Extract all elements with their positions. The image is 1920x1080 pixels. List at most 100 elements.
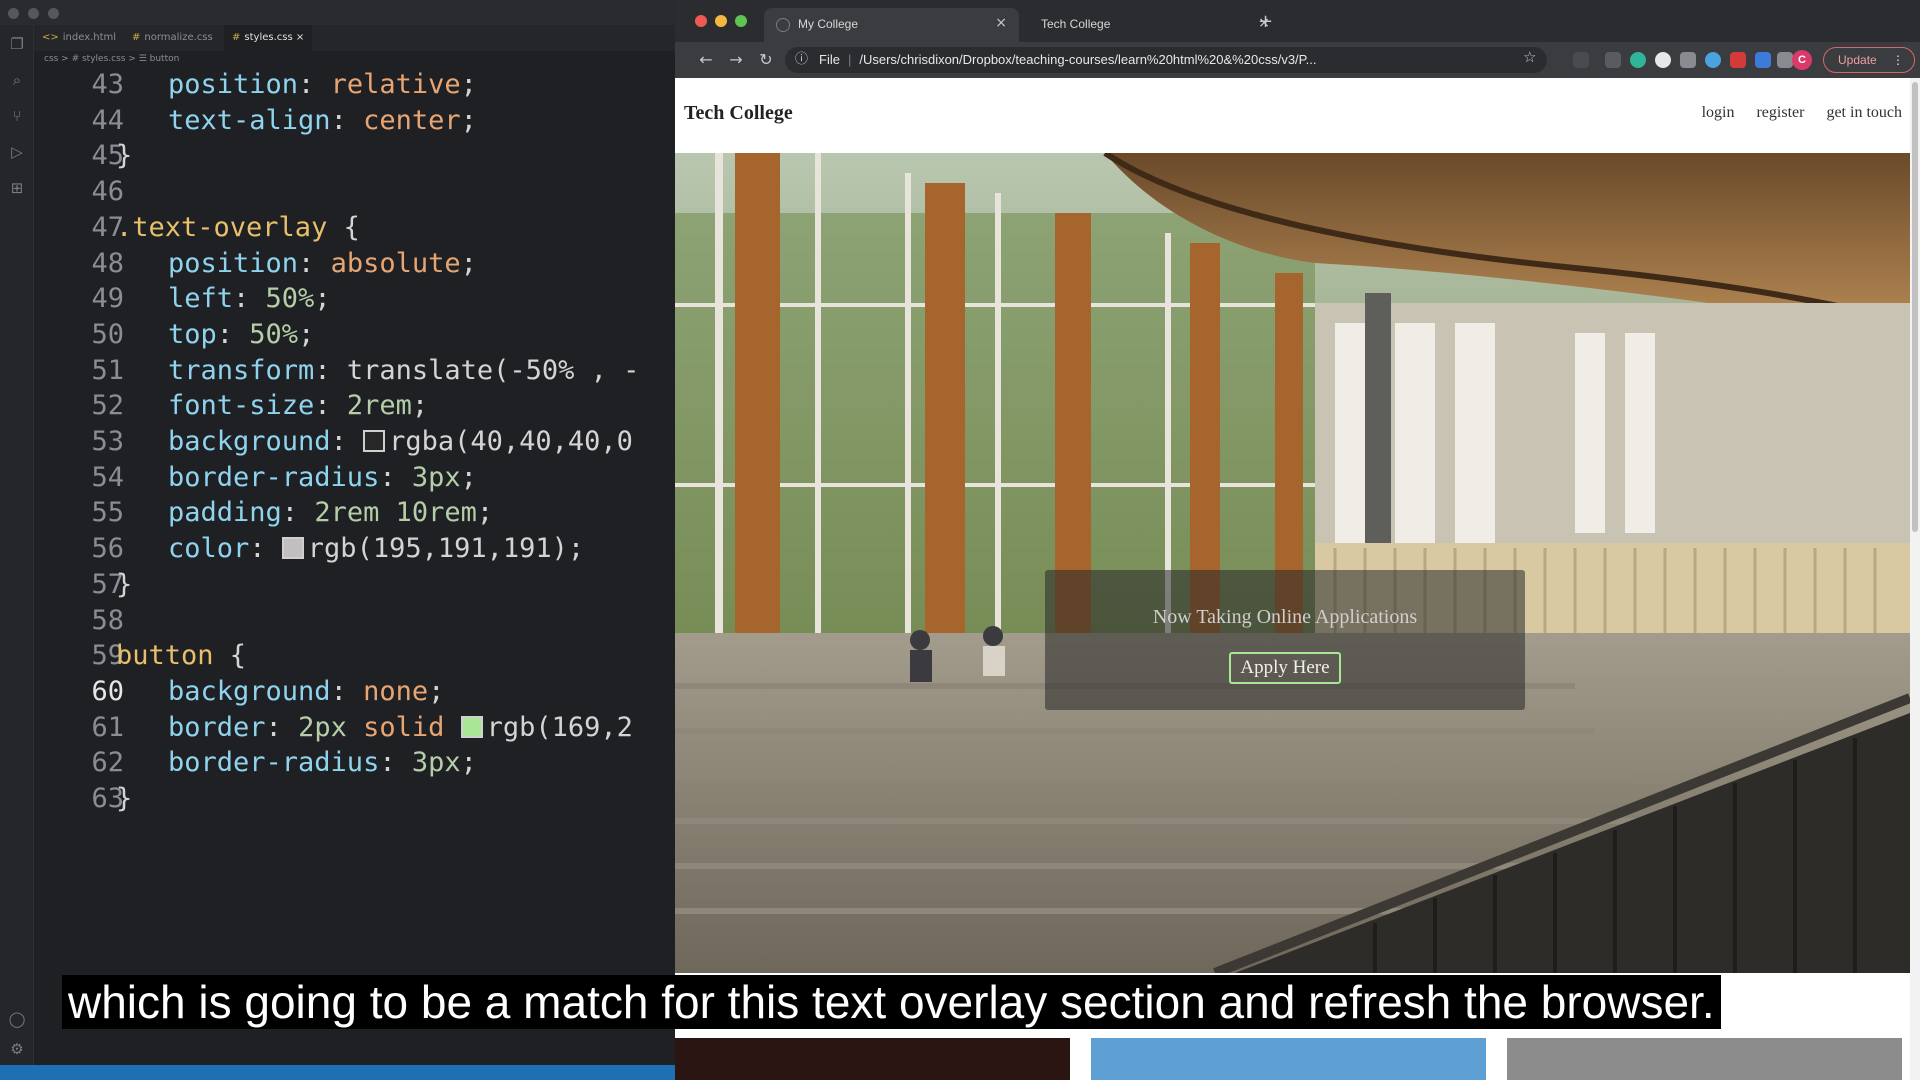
tab-close-icon[interactable]: ×	[296, 32, 304, 43]
bookmark-star-icon[interactable]: ☆	[1523, 48, 1536, 66]
thumbnail-image[interactable]	[1507, 1038, 1902, 1080]
code-token: 2rem	[346, 390, 412, 422]
page-favicon-icon	[776, 18, 790, 32]
extension-red-icon[interactable]	[1730, 52, 1746, 68]
code-token: :	[298, 69, 331, 100]
extension-v-icon[interactable]	[1605, 52, 1621, 68]
scrollbar-thumb[interactable]	[1912, 82, 1918, 532]
extension-gear-icon[interactable]	[1680, 52, 1696, 68]
breadcrumb[interactable]: css > # styles.css > ☰ button	[34, 51, 675, 67]
code-token: :	[330, 675, 364, 707]
tab-normalize-css[interactable]: # normalize.css	[124, 25, 221, 51]
menu-kebab-icon[interactable]: ⋮	[1892, 48, 1904, 72]
code-token: top	[168, 318, 217, 350]
close-dot[interactable]	[8, 8, 19, 19]
site-logo[interactable]: Tech College	[684, 102, 793, 125]
address-bar[interactable]: ⓘ File |/Users/chrisdixon/Dropbox/teachin…	[785, 47, 1547, 73]
code-token: ;	[298, 318, 315, 350]
extension-screen-icon[interactable]	[1755, 52, 1771, 68]
search-icon[interactable]: ⌕	[8, 71, 26, 89]
code-token: ;	[476, 497, 494, 529]
code-token: }	[116, 783, 133, 814]
extension-pen-icon[interactable]	[1573, 52, 1589, 68]
run-debug-icon[interactable]: ▷	[8, 143, 26, 161]
extensions-puzzle-icon[interactable]	[1777, 52, 1793, 68]
thumbnail-image[interactable]	[675, 1038, 1070, 1080]
tab-index-html[interactable]: <> index.html	[34, 25, 124, 51]
browser-tab-tech-college[interactable]: Tech College ×	[1027, 8, 1282, 42]
minimize-window-button[interactable]	[715, 15, 727, 27]
update-button[interactable]: Update ⋮	[1823, 47, 1915, 73]
back-arrow-icon[interactable]: ←	[695, 49, 717, 71]
extension-teal-icon[interactable]	[1630, 52, 1646, 68]
extension-blue-icon[interactable]	[1705, 52, 1721, 68]
code-text: }	[116, 777, 132, 821]
code-token: background	[168, 675, 331, 707]
code-token: button	[116, 640, 214, 672]
code-token: ;	[460, 104, 477, 136]
source-control-icon[interactable]: ⑂	[8, 107, 26, 125]
browser-window: My College × Tech College × + ← → ↻ ⓘ Fi…	[675, 0, 1920, 1080]
site-nav: login register get in touch	[1684, 104, 1902, 122]
thumbnail-image[interactable]	[1091, 1038, 1486, 1080]
account-icon[interactable]: ◯	[8, 1010, 26, 1028]
code-token: background	[168, 426, 331, 457]
code-token: rgb(195,191,191);	[307, 533, 585, 565]
code-token: :	[314, 354, 347, 386]
code-token: :	[249, 533, 282, 565]
code-area[interactable]: 43 position: relative; 44 text-align: cente…	[34, 67, 675, 1057]
hero-photo-illustration	[675, 153, 1910, 973]
extension-circle-icon[interactable]	[1655, 52, 1671, 68]
new-tab-plus-icon[interactable]: +	[1258, 11, 1273, 32]
editor-tabs: <> index.html # normalize.css # styles.css …	[34, 25, 675, 51]
forward-arrow-icon[interactable]: →	[725, 49, 747, 71]
code-editor: ❐ ⌕ ⑂ ▷ ⊞ ◯ ⚙ <> index.html # normalize.cs…	[0, 0, 675, 1080]
close-window-button[interactable]	[695, 15, 707, 27]
code-token: padding	[168, 497, 282, 529]
code-token: .text-overlay	[116, 211, 328, 243]
code-token: absolute	[330, 247, 461, 279]
info-icon[interactable]: ⓘ	[795, 47, 808, 73]
code-token: :	[330, 426, 364, 457]
apply-here-button[interactable]: Apply Here	[1229, 652, 1341, 684]
color-swatch[interactable]	[460, 715, 483, 738]
code-line[interactable]: 63}	[34, 777, 675, 821]
code-token: :	[379, 747, 412, 779]
nav-login-link[interactable]: login	[1702, 104, 1735, 121]
browser-tab-strip: My College × Tech College × +	[675, 0, 1920, 42]
code-token: ;	[411, 390, 429, 422]
nav-register-link[interactable]: register	[1756, 104, 1804, 121]
nav-get-in-touch-link[interactable]: get in touch	[1826, 104, 1902, 121]
code-token: relative	[330, 69, 461, 100]
extensions-icon[interactable]: ⊞	[8, 179, 26, 197]
code-token: border-radius	[168, 747, 380, 779]
minimize-dot[interactable]	[28, 8, 39, 19]
code-token: ;	[460, 747, 477, 779]
code-token: }	[116, 568, 133, 600]
line-number: 63	[91, 783, 124, 814]
settings-gear-icon[interactable]: ⚙	[8, 1040, 26, 1058]
code-token: {	[213, 640, 247, 672]
profile-avatar[interactable]: C	[1792, 50, 1812, 70]
overlay-heading: Now Taking Online Applications	[1152, 606, 1418, 628]
browser-toolbar: ← → ↻ ⓘ File |/Users/chrisdixon/Dropbox/t…	[675, 42, 1920, 78]
editor-titlebar	[0, 0, 675, 25]
zoom-dot[interactable]	[48, 8, 59, 19]
code-token: {	[327, 211, 360, 243]
code-token: ;	[314, 283, 331, 315]
code-token: text-align	[168, 104, 331, 136]
tab-styles-css[interactable]: # styles.css ×	[224, 25, 313, 51]
browser-tab-my-college[interactable]: My College ×	[764, 8, 1019, 42]
video-caption: which is going to be a match for this te…	[62, 975, 1721, 1029]
explorer-icon[interactable]: ❐	[8, 35, 26, 53]
page-scrollbar[interactable]	[1910, 78, 1920, 1080]
close-tab-icon[interactable]: ×	[995, 15, 1007, 31]
maximize-window-button[interactable]	[735, 15, 747, 27]
color-swatch[interactable]	[281, 537, 304, 560]
code-token: translate(-50% , -	[346, 354, 640, 386]
code-token: 50%	[265, 283, 315, 315]
color-swatch[interactable]	[363, 430, 386, 452]
text-overlay: Now Taking Online Applications Apply Her…	[1045, 570, 1525, 710]
code-token: :	[233, 283, 266, 315]
reload-icon[interactable]: ↻	[755, 49, 777, 71]
